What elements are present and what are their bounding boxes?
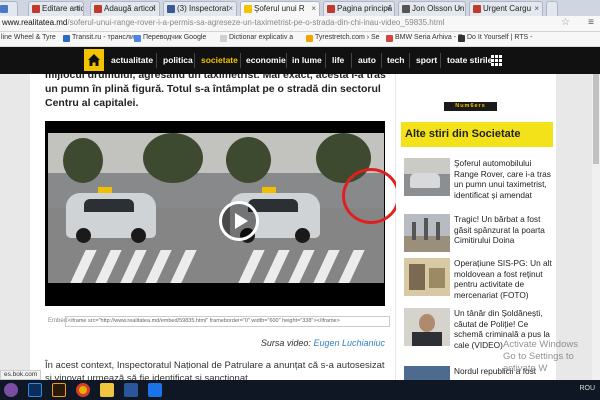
facebook-icon (167, 5, 175, 13)
bookmark-star-icon[interactable]: ☆ (561, 17, 570, 28)
close-icon[interactable]: × (151, 2, 156, 15)
nav-actualitate[interactable]: actualitate (111, 47, 153, 74)
article-lead: mijlocul drumului, agresând un taximetri… (45, 74, 386, 109)
nav-politica[interactable]: politica (163, 47, 193, 74)
favicon-icon (402, 5, 410, 13)
page-scrollbar[interactable] (592, 74, 600, 380)
scrollbar-thumb[interactable] (593, 74, 599, 164)
story-title[interactable]: Şoferul automobilului Range Rover, care … (454, 158, 554, 200)
grid-menu-icon[interactable] (491, 55, 502, 66)
nav-societate[interactable]: societate (201, 47, 238, 74)
bookmark-item[interactable]: Переводчик Google (134, 34, 206, 42)
play-icon (235, 213, 248, 229)
story-title[interactable]: Tragic! Un bărbat a fost găsit spânzurat… (454, 214, 554, 246)
source-author-link[interactable]: Eugen Luchianiuc (313, 338, 385, 348)
story-thumbnail[interactable] (404, 258, 450, 296)
bookmark-item[interactable]: Do It Yourself | RTS - (458, 34, 533, 42)
status-bubble: es.bok.com (0, 370, 42, 380)
tab-inspectorat[interactable]: (3) Inspectorat × (163, 1, 237, 16)
close-icon[interactable]: × (386, 2, 391, 15)
video-source: Sursa video: Eugen Luchianiuc (260, 338, 385, 348)
tab-hidden[interactable] (0, 1, 18, 16)
nav-divider (409, 53, 410, 68)
close-icon[interactable]: × (311, 2, 316, 15)
favicon-icon (32, 5, 40, 13)
bookmark-item[interactable]: Transit.ru - транслит (63, 34, 137, 42)
story-thumbnail[interactable] (404, 366, 450, 380)
tab-edit-article[interactable]: Editare articol× (28, 1, 84, 16)
nav-divider (381, 53, 382, 68)
photoshop-icon[interactable] (28, 383, 42, 397)
tab-pagina-principala[interactable]: Pagina principă × (323, 1, 395, 16)
bookmark-item[interactable]: Tyrestretch.com › Se (306, 34, 380, 42)
nav-divider (325, 53, 326, 68)
folder-icon[interactable] (100, 383, 114, 397)
video-frame-left (48, 133, 216, 283)
browser-menu-icon[interactable]: ≡ (588, 17, 594, 28)
home-button[interactable] (84, 49, 104, 71)
language-indicator[interactable]: ROU (579, 385, 595, 392)
nav-sport[interactable]: sport (416, 47, 437, 74)
embed-code-field[interactable]: <iframe src="http://www.realitatea.md/em… (65, 316, 390, 327)
taskbar: ROU (0, 380, 600, 400)
numbers-logo[interactable]: Num6ers (444, 102, 497, 111)
tab-soferul[interactable]: Şoferul unui R × (240, 1, 320, 16)
app-icon[interactable] (148, 383, 162, 397)
url-field[interactable]: www.realitatea.md/soferul-unui-range-rov… (2, 18, 444, 27)
nav-divider (351, 53, 352, 68)
favicon-icon (473, 5, 481, 13)
favicon-icon (0, 5, 8, 13)
activate-windows-watermark: Activate Windows Go to Settings to activ… (503, 339, 578, 374)
page-content: mijlocul drumului, agresând un taximetri… (0, 74, 600, 380)
close-icon[interactable]: × (228, 2, 233, 15)
sidebar: Num6ers Alte stiri din Societate Şoferul… (396, 74, 556, 380)
article: mijlocul drumului, agresând un taximetri… (30, 74, 400, 380)
nav-in-lume[interactable]: in lume (292, 47, 322, 74)
story-thumbnail[interactable] (404, 158, 450, 196)
home-icon (88, 54, 100, 66)
play-button[interactable] (219, 201, 259, 241)
story-title[interactable]: Operațiune SIS-PG: Un alt moldovean a fo… (454, 258, 554, 300)
nav-auto[interactable]: auto (358, 47, 376, 74)
story-thumbnail[interactable] (404, 308, 450, 346)
bookmark-item[interactable]: line Wheel & Tyre (0, 34, 56, 41)
tab-urgent-cargu[interactable]: Urgent Cargu × (469, 1, 543, 16)
tab-add-article[interactable]: Adaugă articol × (90, 1, 160, 16)
nav-divider (156, 53, 157, 68)
nav-divider (440, 53, 441, 68)
illustrator-icon[interactable] (52, 383, 66, 397)
nav-tech[interactable]: tech (387, 47, 404, 74)
close-icon[interactable]: × (457, 2, 462, 15)
sidebar-heading: Alte stiri din Societate (401, 122, 553, 147)
favicon-icon (327, 5, 335, 13)
story-thumbnail[interactable] (404, 214, 450, 252)
nav-divider (240, 53, 241, 68)
word-icon[interactable] (124, 383, 138, 397)
nav-toate-stirile[interactable]: toate stirile (447, 47, 492, 74)
close-icon[interactable]: × (75, 2, 80, 15)
tab-jon-olsson[interactable]: Jon Olsson Un × (398, 1, 466, 16)
video-player[interactable] (45, 121, 400, 306)
nav-life[interactable]: life (332, 47, 344, 74)
browser-tab-strip: Editare articol× Adaugă articol× (3) Ins… (0, 0, 600, 16)
new-tab-button[interactable] (546, 1, 558, 16)
highlight-circle (342, 168, 400, 224)
viber-icon[interactable] (4, 383, 18, 397)
close-icon[interactable]: × (534, 2, 539, 15)
bookmarks-bar: line Wheel & Tyre Transit.ru - транслит … (0, 32, 600, 47)
favicon-icon (94, 5, 102, 13)
nav-divider (194, 53, 195, 68)
site-nav: actualitate politica societate economie … (0, 47, 600, 74)
bookmark-item[interactable]: Dictionar explicativ a (220, 34, 293, 42)
chrome-icon[interactable] (76, 383, 90, 397)
favicon-icon (244, 5, 252, 13)
bookmark-item[interactable]: BMW Seria Arhiva - D (386, 34, 463, 42)
article-body: În acest context, Inspectoratul Național… (45, 360, 385, 380)
address-bar[interactable]: www.realitatea.md/soferul-unui-range-rov… (0, 16, 600, 32)
nav-economie[interactable]: economie (246, 47, 286, 74)
nav-divider (286, 53, 287, 68)
